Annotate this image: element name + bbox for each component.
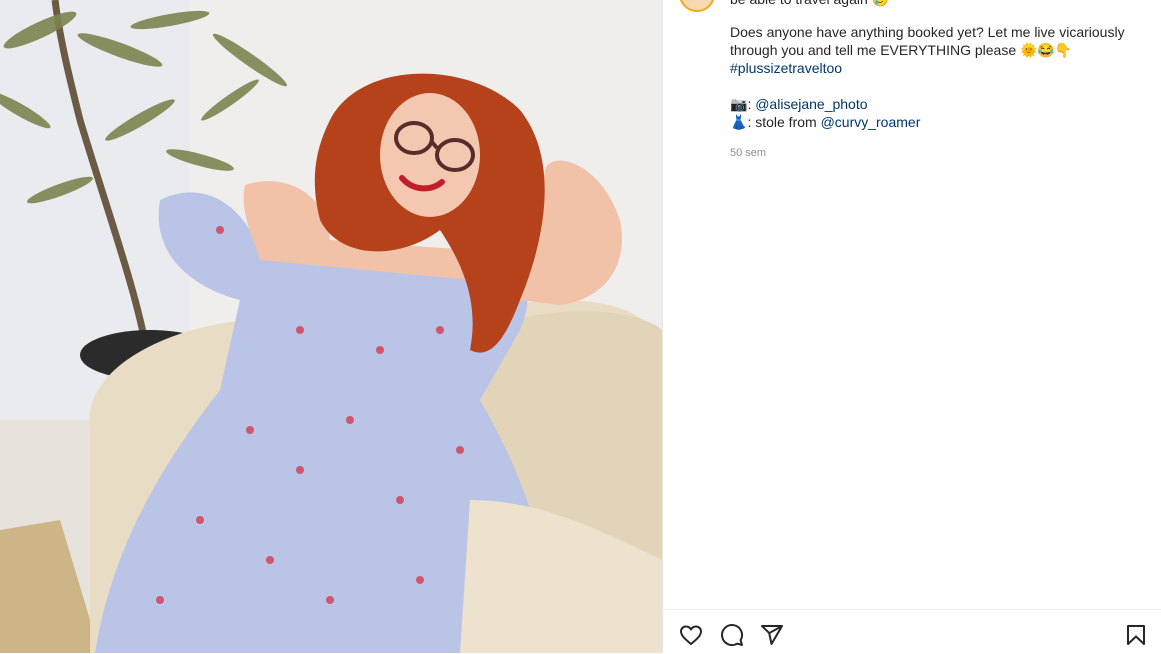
camera-icon: 📷 [730,96,748,112]
save-button[interactable] [1124,623,1150,649]
caption-text: Does anyone have anything booked yet? Le… [730,24,1125,58]
photo-credit: 📷: @alisejane_photo [730,95,1140,113]
comment-icon [721,624,744,647]
caption-previous-line: be able to travel again 🥲 [730,0,889,8]
hashtag-link[interactable]: #plussizetraveltoo [730,60,842,76]
dress-icon: 👗 [730,114,748,130]
like-button[interactable] [679,623,705,649]
share-button[interactable] [760,623,786,649]
photographer-link[interactable]: @alisejane_photo [755,96,867,112]
dress-credit-text: : stole from [747,114,821,130]
post-detail-panel: be able to travel again 🥲 Does anyone ha… [662,0,1161,653]
action-bar [663,609,1161,654]
avatar[interactable] [679,0,715,12]
paper-plane-icon [761,625,783,645]
comment-button[interactable] [720,623,746,649]
post-timestamp[interactable]: 50 sem [730,147,766,159]
photo-illustration [0,0,662,653]
bookmark-icon [1127,625,1145,645]
post-photo[interactable] [0,0,662,653]
dress-credit: 👗: stole from @curvy_roamer [730,113,1140,131]
heart-icon [679,625,703,646]
dress-owner-link[interactable]: @curvy_roamer [821,114,921,130]
post-caption: Does anyone have anything booked yet? Le… [730,23,1140,131]
